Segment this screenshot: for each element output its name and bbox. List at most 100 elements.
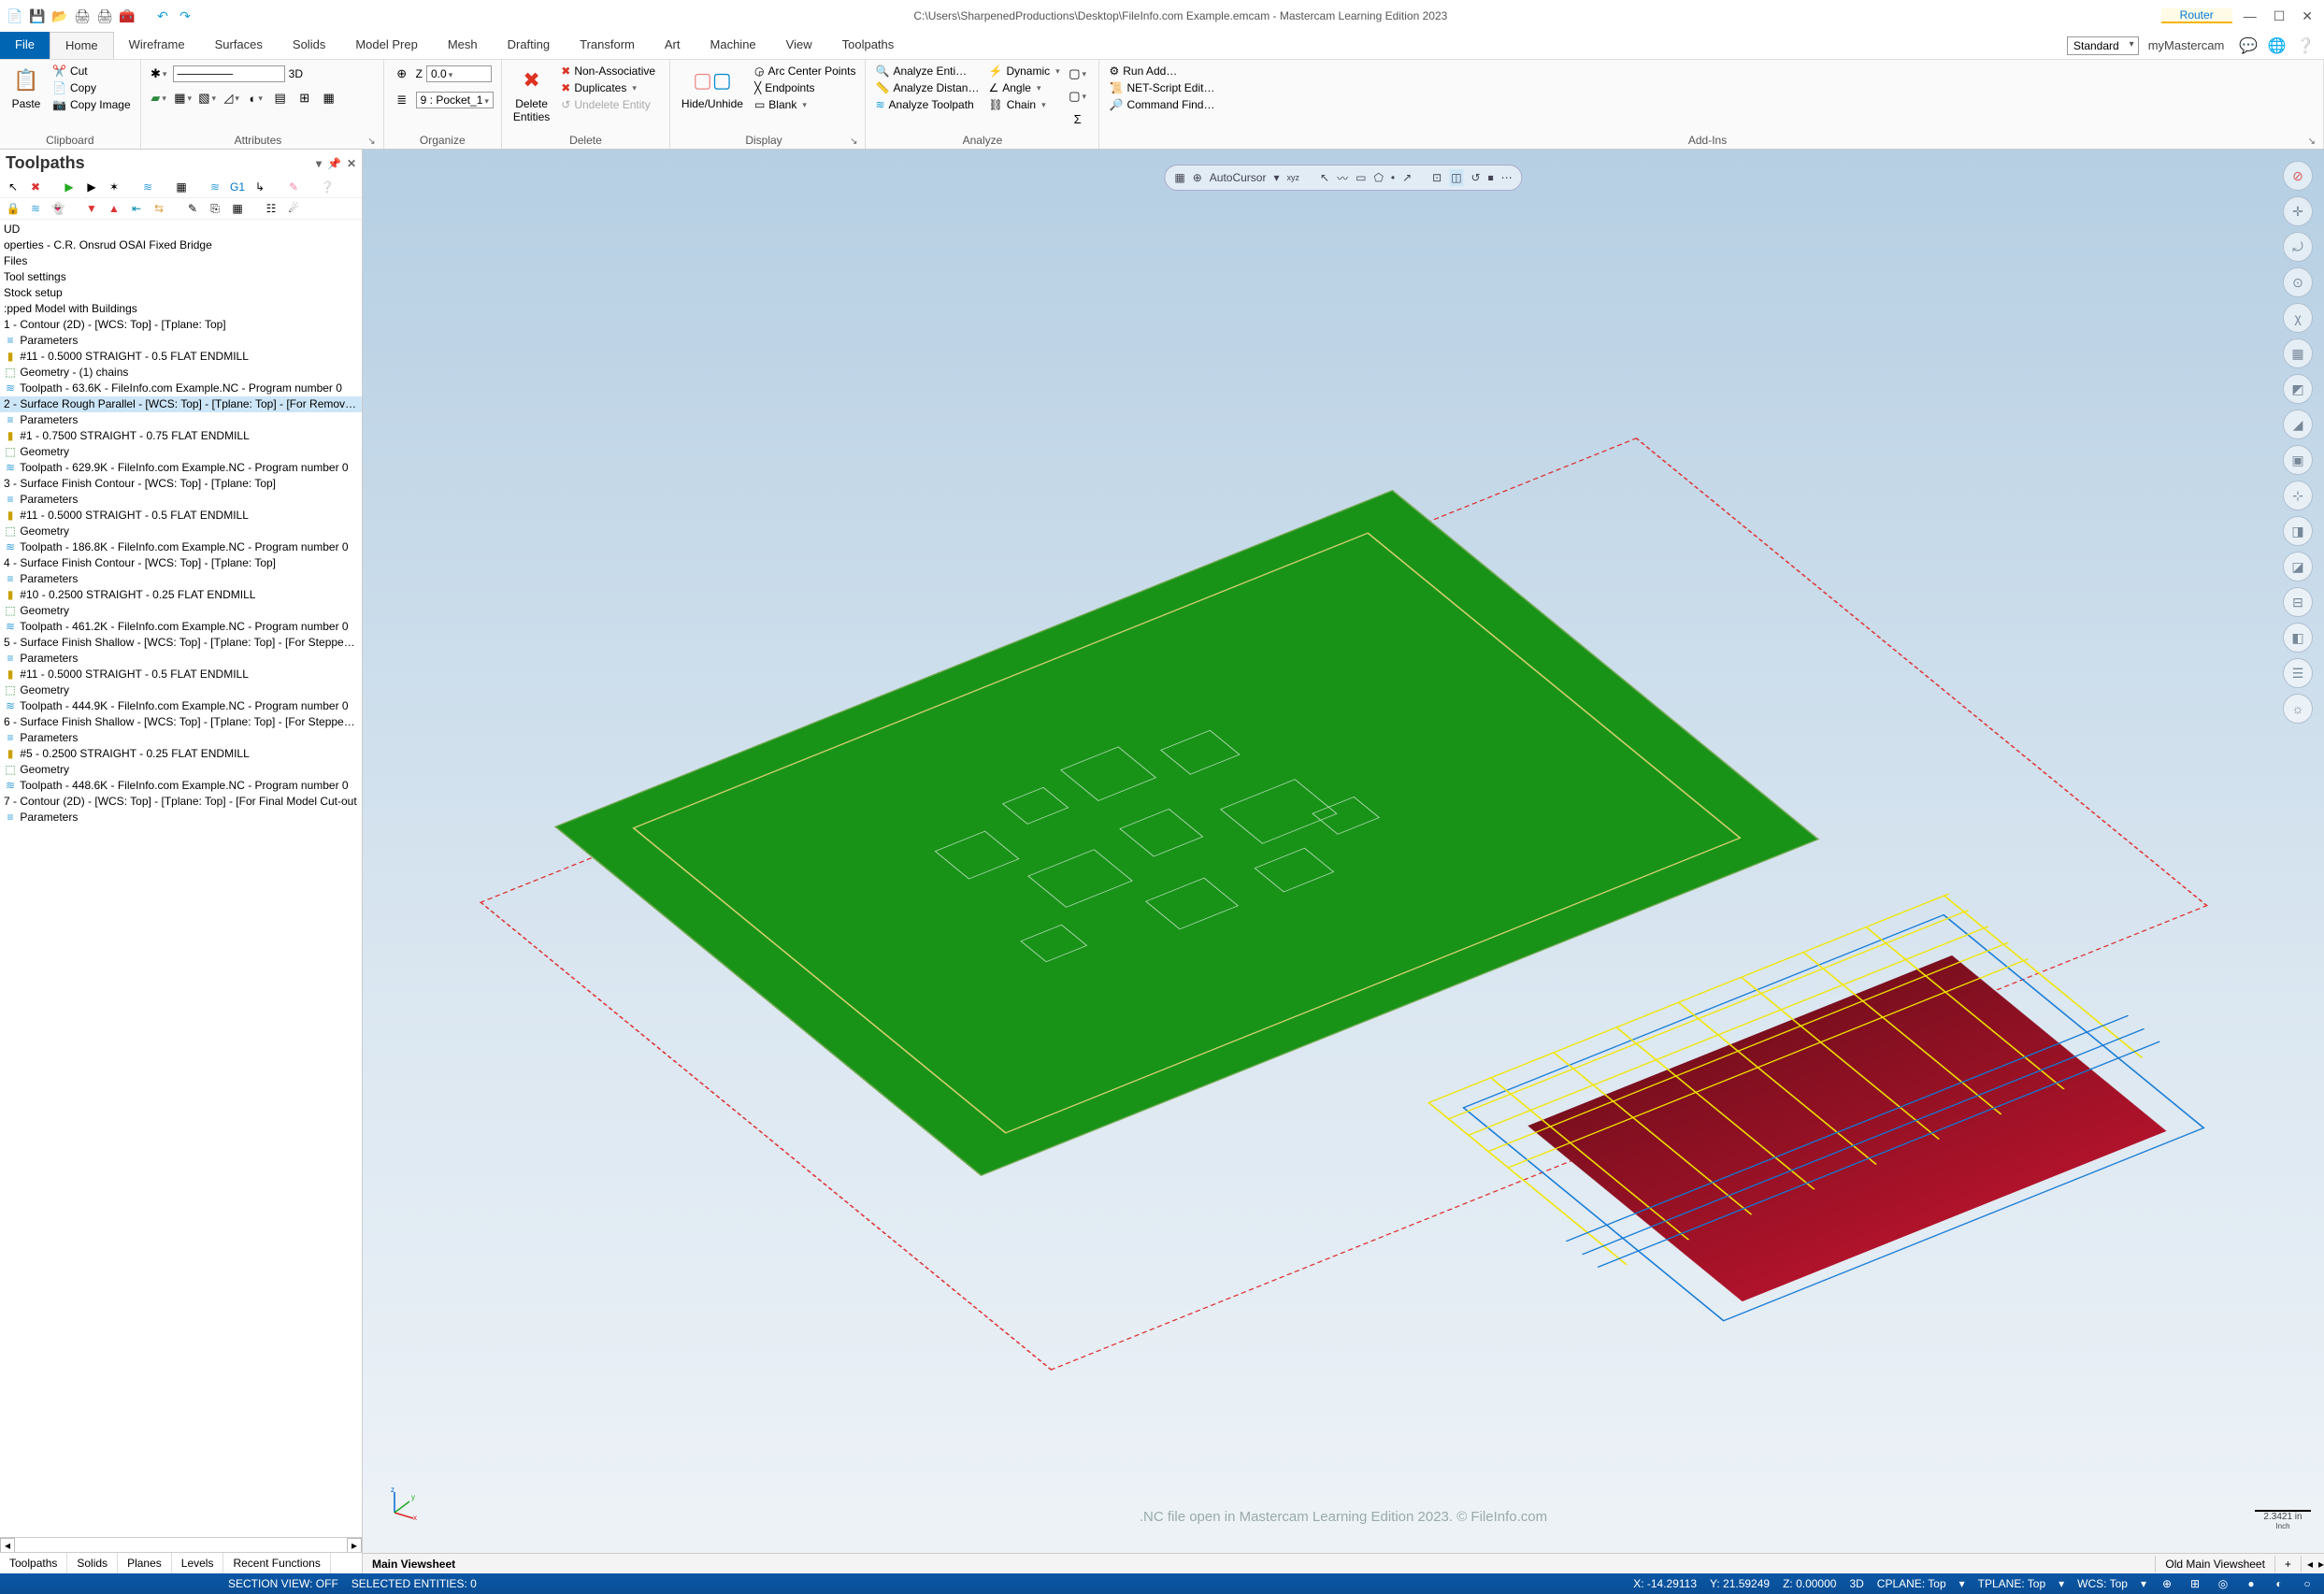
tree-row[interactable]: ▮ #11 - 0.5000 STRAIGHT - 0.5 FLAT ENDMI… xyxy=(0,667,362,682)
tab-surfaces[interactable]: Surfaces xyxy=(200,32,278,59)
paste-button[interactable]: 📋 Paste xyxy=(7,64,45,112)
tree-row[interactable]: ≋ Toolpath - 448.6K - FileInfo.com Examp… xyxy=(0,778,362,794)
tree-row[interactable]: ⬚ Geometry xyxy=(0,682,362,698)
tab-mesh[interactable]: Mesh xyxy=(433,32,493,59)
panel-tab-recent[interactable]: Recent Functions xyxy=(223,1553,330,1573)
surface-color-select[interactable]: ▦ xyxy=(173,88,194,108)
highfeed-icon[interactable]: ✎ xyxy=(284,179,303,195)
tree-row[interactable]: 1 - Contour (2D) - [WCS: Top] - [Tplane:… xyxy=(0,317,362,333)
tree-row[interactable]: ≋ Toolpath - 629.9K - FileInfo.com Examp… xyxy=(0,460,362,476)
cut-button[interactable]: ✂️Cut xyxy=(50,64,133,79)
non-associative-button[interactable]: ✖Non-Associative xyxy=(559,64,657,79)
attr-icon-2[interactable]: ▦ xyxy=(319,88,339,108)
material-select[interactable]: ◐ xyxy=(246,88,266,108)
analyze-distance-button[interactable]: 📏Analyze Distan… xyxy=(873,80,981,95)
paste-op-icon[interactable]: ▦ xyxy=(228,200,247,217)
print-options-icon[interactable]: 🖨 xyxy=(95,7,114,25)
tab-art[interactable]: Art xyxy=(650,32,696,59)
set-all-icon[interactable]: ▤ xyxy=(270,88,291,108)
move-down-icon[interactable]: ▼ xyxy=(82,200,101,217)
notifications-icon[interactable]: 💬 xyxy=(2239,38,2258,54)
tree-row[interactable]: ≋ Toolpath - 444.9K - FileInfo.com Examp… xyxy=(0,698,362,714)
select-all-icon[interactable]: ↖ xyxy=(4,179,22,195)
tree-row[interactable]: ⬚ Geometry xyxy=(0,762,362,778)
tree-row[interactable]: ⬚ Geometry xyxy=(0,444,362,460)
tool-settings-icon[interactable]: ✶ xyxy=(105,179,123,195)
minimize-button[interactable]: — xyxy=(2244,8,2257,24)
tree-row[interactable]: :pped Model with Buildings xyxy=(0,301,362,317)
tab-home[interactable]: Home xyxy=(50,32,114,59)
tree-row[interactable]: ≡ Parameters xyxy=(0,730,362,746)
viewsheet-add[interactable]: + xyxy=(2275,1556,2302,1572)
status-target-icon[interactable]: ◎ xyxy=(2216,1577,2231,1590)
analyze-misc-1[interactable]: ▢ xyxy=(1068,64,1088,84)
attributes-launcher[interactable]: ↘ xyxy=(367,136,375,147)
copy-image-button[interactable]: 📷Copy Image xyxy=(50,97,133,112)
point-style-select[interactable]: ✱ xyxy=(149,64,169,84)
viewport[interactable]: ▦ ⊕ AutoCursor ▾ xyz ↖ 〰 ▭ ⬠ • ↗ ⊡ ◫ ↺ ⏹… xyxy=(363,150,2324,1573)
tree-row[interactable]: UD xyxy=(0,222,362,237)
status-tplane[interactable]: TPLANE: Top xyxy=(1978,1577,2045,1590)
panel-close-icon[interactable]: ✕ xyxy=(347,157,356,170)
operations-tree[interactable]: UDoperties - C.R. Onsrud OSAI Fixed Brid… xyxy=(0,220,362,1537)
config-style-select[interactable]: Standard xyxy=(2067,36,2139,55)
angle-button[interactable]: ∠Angle xyxy=(986,80,1061,95)
panel-dropdown-icon[interactable]: ▾ xyxy=(316,157,322,170)
tree-row[interactable]: Tool settings xyxy=(0,269,362,285)
status-section-view[interactable]: SECTION VIEW: OFF xyxy=(228,1577,338,1590)
tree-row[interactable]: ≡ Parameters xyxy=(0,810,362,826)
horizontal-scrollbar[interactable]: ◂ ▸ xyxy=(0,1537,362,1552)
deselect-icon[interactable]: ✖ xyxy=(26,179,45,195)
tab-view[interactable]: View xyxy=(771,32,827,59)
regen-dirty-icon[interactable]: ▶ xyxy=(82,179,101,195)
tab-toolpaths[interactable]: Toolpaths xyxy=(827,32,910,59)
tree-row[interactable]: 2 - Surface Rough Parallel - [WCS: Top] … xyxy=(0,396,362,412)
post-icon[interactable]: ↳ xyxy=(251,179,269,195)
tree-row[interactable]: ⬚ Geometry xyxy=(0,603,362,619)
advanced-icon[interactable]: ☄ xyxy=(284,200,303,217)
tree-row[interactable]: ▮ #1 - 0.7500 STRAIGHT - 0.75 FLAT ENDMI… xyxy=(0,428,362,444)
panel-pin-icon[interactable]: 📌 xyxy=(327,157,341,170)
hide-unhide-button[interactable]: ▢▢ Hide/Unhide xyxy=(678,64,747,112)
status-mode[interactable]: 3D xyxy=(1849,1577,1863,1590)
viewsheet-main[interactable]: Main Viewsheet xyxy=(363,1556,2156,1572)
open-icon[interactable]: 📂 xyxy=(50,7,69,25)
delete-entities-button[interactable]: ✖ Delete Entities xyxy=(509,64,553,125)
contextual-tab-label[interactable]: Router xyxy=(2161,8,2232,23)
display-toggle-icon[interactable]: ≋ xyxy=(26,200,45,217)
tree-row[interactable]: 3 - Surface Finish Contour - [WCS: Top] … xyxy=(0,476,362,492)
status-wcs[interactable]: WCS: Top xyxy=(2077,1577,2128,1590)
tree-row[interactable]: ≡ Parameters xyxy=(0,333,362,349)
maximize-button[interactable]: ☐ xyxy=(2274,8,2286,24)
panel-tab-planes[interactable]: Planes xyxy=(118,1553,172,1573)
status-sphere2-icon[interactable]: ◐ xyxy=(2272,1577,2287,1590)
help-tool-icon[interactable]: ❔ xyxy=(318,179,337,195)
tree-row[interactable]: Stock setup xyxy=(0,285,362,301)
run-addin-button[interactable]: ⚙Run Add… xyxy=(1107,64,1216,79)
tree-row[interactable]: ≡ Parameters xyxy=(0,412,362,428)
tree-row[interactable]: 4 - Surface Finish Contour - [WCS: Top] … xyxy=(0,555,362,571)
scroll-right-icon[interactable]: ▸ xyxy=(347,1538,362,1553)
help-icon[interactable]: ❔ xyxy=(2296,38,2315,54)
status-sphere1-icon[interactable]: ● xyxy=(2244,1577,2259,1590)
collapse-icon[interactable]: ⇤ xyxy=(127,200,146,217)
tab-wireframe[interactable]: Wireframe xyxy=(114,32,200,59)
tree-row[interactable]: 5 - Surface Finish Shallow - [WCS: Top] … xyxy=(0,635,362,651)
simulate-icon[interactable]: ≋ xyxy=(206,179,224,195)
misc-tool-icon[interactable]: ☷ xyxy=(262,200,280,217)
tree-row[interactable]: ≋ Toolpath - 461.2K - FileInfo.com Examp… xyxy=(0,619,362,635)
verify-icon[interactable]: ▦ xyxy=(172,179,191,195)
analyze-toolpath-button[interactable]: ≋Analyze Toolpath xyxy=(873,97,981,112)
tree-row[interactable]: operties - C.R. Onsrud OSAI Fixed Bridge xyxy=(0,237,362,253)
status-globe-icon[interactable]: ⊕ xyxy=(2159,1577,2174,1590)
panel-tab-levels[interactable]: Levels xyxy=(172,1553,224,1573)
endpoints-button[interactable]: ╳Endpoints xyxy=(753,80,858,95)
tab-drafting[interactable]: Drafting xyxy=(493,32,566,59)
lock-icon[interactable]: 🔒 xyxy=(4,200,22,217)
tree-row[interactable]: ≡ Parameters xyxy=(0,492,362,508)
net-script-button[interactable]: 📜NET-Script Edit… xyxy=(1107,80,1216,95)
tree-row[interactable]: ⬚ Geometry - (1) chains xyxy=(0,365,362,381)
clear-color-icon[interactable]: ◿ xyxy=(222,88,242,108)
analyze-misc-2[interactable]: ▢ xyxy=(1068,86,1088,107)
tree-row[interactable]: ▮ #10 - 0.2500 STRAIGHT - 0.25 FLAT ENDM… xyxy=(0,587,362,603)
